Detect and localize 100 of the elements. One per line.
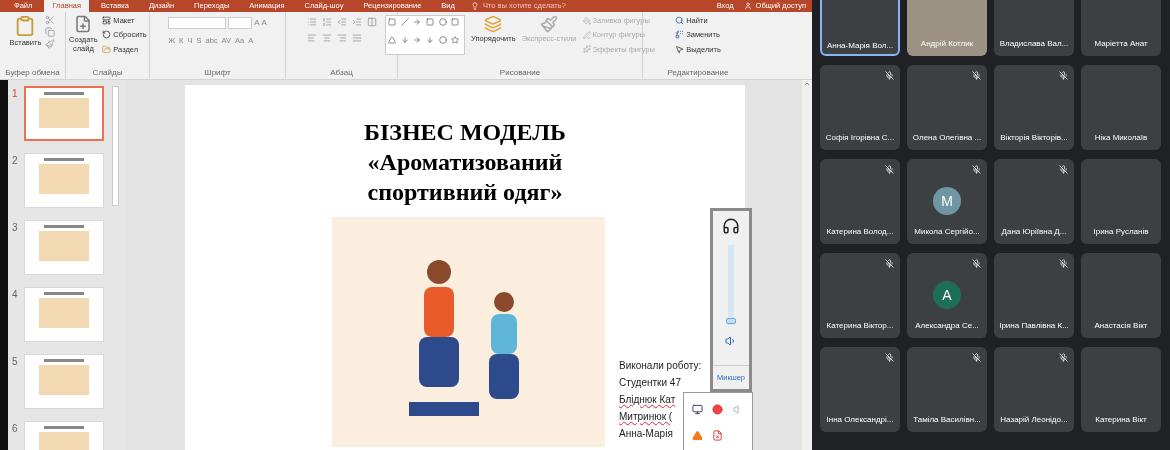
slide-number: 3 [12, 221, 19, 235]
scrollbar[interactable] [112, 86, 119, 206]
slide-number: 5 [12, 355, 19, 369]
mic-off-icon [1059, 71, 1068, 80]
volume-thumb[interactable] [726, 318, 736, 324]
slide-title: «Ароматизований [367, 148, 563, 177]
folder-icon [102, 44, 112, 54]
warning-icon[interactable] [691, 429, 703, 441]
triangle-icon [388, 36, 396, 44]
circle-icon[interactable] [712, 403, 724, 415]
participant-name: Катерина Вікт [1095, 414, 1147, 426]
group-title: Абзац [330, 67, 353, 79]
oval-icon [438, 36, 447, 44]
star-icon [451, 36, 460, 44]
avatar-letter: A [933, 281, 961, 309]
shape-command-icon [582, 30, 591, 39]
participant-name: Александра Се... [915, 320, 979, 332]
search-icon [675, 16, 685, 26]
bullet-list-icon[interactable] [306, 17, 317, 27]
mic-off-icon [1059, 353, 1068, 362]
slide-number: 1 [12, 87, 19, 101]
font-size-field[interactable] [228, 17, 253, 29]
align-center-icon[interactable] [321, 33, 332, 43]
align-right-icon[interactable] [336, 33, 347, 43]
align-left-icon[interactable] [306, 33, 317, 43]
participant-tile[interactable]: Анна-Марія Вол... [820, 0, 900, 56]
group-title: Рисование [499, 67, 541, 79]
participant-tile[interactable]: Таміла Василівн... [907, 347, 987, 432]
slide-number: 2 [12, 154, 19, 168]
mic-off-icon [1059, 165, 1068, 174]
font-name-field[interactable] [168, 17, 227, 29]
credits-text: Виконали роботу: [619, 359, 702, 373]
slide-title: БІЗНЕС МОДЕЛЬ [364, 118, 566, 147]
participant-tile[interactable]: Катерина Віктор... [820, 253, 900, 338]
participant-name: Анастасія Вікт [1094, 320, 1148, 332]
group-title: Слайды [92, 67, 123, 79]
participant-tile[interactable]: Ніка Миколаїв [1081, 65, 1161, 150]
participant-tile[interactable]: Софія Ігорівна С... [820, 65, 900, 150]
participant-tile[interactable]: Катерина Волод... [820, 159, 900, 244]
participant-name: Інна Олександрі... [826, 414, 894, 426]
scroll-up-icon[interactable] [803, 80, 811, 88]
participant-tile[interactable]: Ірина Русланів [1081, 159, 1161, 244]
participant-name: Андрій Котлик [920, 38, 974, 50]
user-icon [743, 2, 752, 10]
line-icon [400, 18, 409, 26]
participant-name: Олена Олегівна ... [912, 132, 982, 144]
headphones-icon [722, 217, 740, 235]
participant-name: Назарій Леонідо... [1000, 414, 1068, 426]
participant-tile[interactable]: M Микола Сергійо... [907, 159, 987, 244]
shapes-gallery[interactable] [385, 15, 465, 55]
participant-tile[interactable]: Владислава Вал... [994, 0, 1074, 56]
speaker-icon[interactable] [725, 335, 737, 347]
participant-tile[interactable]: Катерина Вікт [1081, 347, 1161, 432]
slide-number: 6 [12, 422, 19, 436]
credits-text: Митринюк ( [619, 410, 673, 424]
participant-name: Катерина Віктор... [826, 320, 894, 332]
participant-tile[interactable]: Олена Олегівна ... [907, 65, 987, 150]
participant-tile[interactable]: A Александра Се... [907, 253, 987, 338]
align-justify-icon[interactable] [351, 33, 362, 43]
participant-name: Владислава Вал... [999, 38, 1069, 50]
participant-name: Катерина Волод... [826, 226, 894, 238]
shape-command-icon [582, 45, 591, 54]
participant-tile[interactable]: Вікторія Вікторів... [994, 65, 1074, 150]
scissors-icon[interactable] [45, 15, 56, 25]
group-title: Шрифт [204, 67, 231, 79]
participant-name: Ірина Павлівна К... [999, 320, 1069, 332]
arrow-down-icon [400, 36, 409, 44]
participant-tile[interactable]: Анастасія Вікт [1081, 253, 1161, 338]
scrollbar[interactable] [802, 80, 812, 450]
slide-number: 4 [12, 288, 19, 302]
paintbrush-icon[interactable] [45, 39, 56, 49]
participant-tile[interactable]: Ірина Павлівна К... [994, 253, 1074, 338]
rectangle-icon [426, 18, 434, 26]
participant-name: Таміла Василівн... [913, 414, 981, 426]
mic-off-icon [972, 165, 981, 174]
slide-icon [74, 15, 93, 33]
slide-title: спортивний одяг» [367, 178, 563, 207]
participant-tile[interactable]: Інна Олександрі... [820, 347, 900, 432]
document-icon[interactable] [712, 429, 724, 441]
credits-text: Студентки 47 [619, 376, 681, 390]
lightbulb-icon [470, 2, 479, 10]
indent-increase-icon[interactable] [351, 17, 362, 27]
copy-icon[interactable] [45, 27, 56, 37]
monitor-icon[interactable] [691, 403, 703, 415]
participant-tile[interactable]: Назарій Леонідо... [994, 347, 1074, 432]
credits-text: Бліднюк Кат [619, 393, 676, 407]
participant-name: Анна-Марія Вол... [826, 40, 894, 52]
numbered-list-icon[interactable] [321, 17, 332, 27]
participant-name: Ірина Русланів [1093, 226, 1149, 238]
mic-off-icon [885, 259, 894, 268]
mic-off-icon [885, 165, 894, 174]
columns-icon[interactable] [366, 17, 377, 27]
mic-off-icon [972, 71, 981, 80]
indent-decrease-icon[interactable] [336, 17, 347, 27]
participant-name: Софія Ігорівна С... [825, 132, 895, 144]
participant-tile[interactable]: Дана Юріївна Д... [994, 159, 1074, 244]
mic-off-icon [885, 71, 894, 80]
participant-tile[interactable]: Маріетта Анат [1081, 0, 1161, 56]
slide-thumbnail[interactable] [24, 86, 104, 141]
group-title: Редактирование [667, 67, 729, 79]
